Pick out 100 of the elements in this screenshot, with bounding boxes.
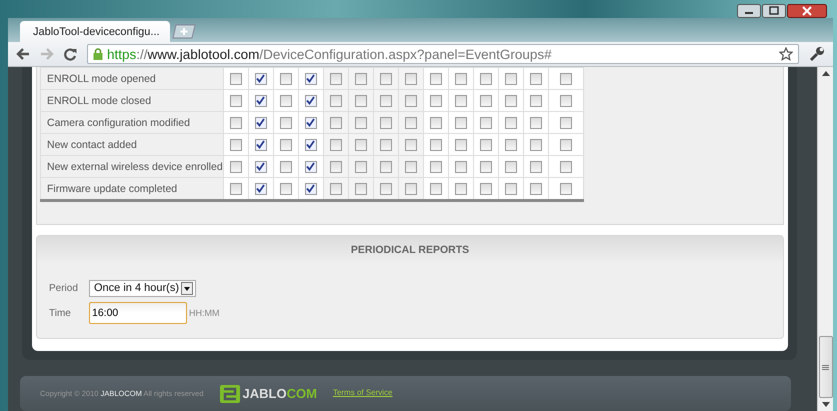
checkbox[interactable] — [254, 160, 267, 173]
checkbox[interactable] — [504, 116, 517, 129]
checkbox[interactable] — [304, 160, 317, 173]
checkbox[interactable] — [230, 72, 242, 85]
checkbox[interactable] — [380, 138, 392, 151]
checkbox[interactable] — [330, 94, 342, 107]
checkbox[interactable] — [230, 182, 242, 195]
minimize-icon[interactable] — [737, 4, 761, 18]
scrollbar[interactable] — [817, 67, 833, 411]
checkbox[interactable] — [404, 94, 417, 107]
checkbox[interactable] — [430, 116, 442, 129]
checkbox[interactable] — [280, 94, 292, 107]
checkbox[interactable] — [404, 138, 417, 151]
checkbox[interactable] — [480, 160, 492, 173]
checkbox[interactable] — [354, 94, 367, 107]
wrench-icon[interactable] — [809, 46, 825, 62]
checkbox[interactable] — [430, 94, 442, 107]
checkbox[interactable] — [380, 116, 392, 129]
checkbox[interactable] — [354, 138, 367, 151]
checkbox[interactable] — [254, 138, 267, 151]
checkbox[interactable] — [280, 72, 292, 85]
address-bar[interactable]: https://www.jablotool.com/DeviceConfiguration.aspx?panel=EventGroups# — [87, 44, 799, 64]
checkbox[interactable] — [380, 182, 392, 195]
checkbox[interactable] — [430, 72, 442, 85]
checkbox[interactable] — [404, 116, 417, 129]
checkbox[interactable] — [304, 138, 317, 151]
checkbox[interactable] — [454, 138, 467, 151]
checkbox[interactable] — [430, 138, 442, 151]
forward-icon[interactable] — [40, 48, 54, 60]
checkbox[interactable] — [330, 182, 342, 195]
checkbox[interactable] — [230, 94, 242, 107]
checkbox[interactable] — [404, 160, 417, 173]
browser-tab[interactable]: JabloTool-deviceconfigu... — [20, 21, 170, 42]
scroll-up-icon[interactable] — [822, 71, 830, 76]
checkbox[interactable] — [330, 160, 342, 173]
checkbox[interactable] — [480, 116, 492, 129]
checkbox[interactable] — [480, 182, 492, 195]
checkbox[interactable] — [454, 94, 467, 107]
checkbox[interactable] — [304, 116, 317, 129]
checkbox[interactable] — [354, 72, 367, 85]
back-icon[interactable] — [16, 48, 30, 60]
checkbox[interactable] — [230, 160, 242, 173]
checkbox[interactable] — [530, 138, 542, 151]
checkbox[interactable] — [430, 182, 442, 195]
checkbox[interactable] — [560, 72, 572, 85]
checkbox[interactable] — [530, 116, 542, 129]
checkbox[interactable] — [560, 94, 572, 107]
checkbox[interactable] — [330, 72, 342, 85]
checkbox[interactable] — [480, 138, 492, 151]
checkbox[interactable] — [380, 72, 392, 85]
checkbox[interactable] — [530, 72, 542, 85]
scroll-down-icon[interactable] — [822, 402, 830, 407]
terms-link[interactable]: Terms of Service — [332, 388, 393, 397]
checkbox[interactable] — [280, 138, 292, 151]
checkbox[interactable] — [254, 182, 267, 195]
checkbox[interactable] — [380, 160, 392, 173]
checkbox[interactable] — [280, 160, 292, 173]
maximize-icon[interactable] — [762, 4, 786, 18]
checkbox[interactable] — [380, 94, 392, 107]
period-dropdown[interactable]: Once in 4 hour(s) — [89, 280, 196, 296]
checkbox[interactable] — [480, 94, 492, 107]
checkbox[interactable] — [330, 138, 342, 151]
checkbox[interactable] — [304, 94, 317, 107]
checkbox[interactable] — [560, 138, 572, 151]
checkbox[interactable] — [354, 182, 367, 195]
checkbox[interactable] — [504, 182, 517, 195]
checkbox[interactable] — [454, 182, 467, 195]
checkbox[interactable] — [454, 72, 467, 85]
checkbox[interactable] — [354, 116, 367, 129]
checkbox[interactable] — [504, 72, 517, 85]
checkbox[interactable] — [430, 160, 442, 173]
checkbox[interactable] — [454, 160, 467, 173]
checkbox[interactable] — [254, 116, 267, 129]
checkbox[interactable] — [530, 94, 542, 107]
checkbox[interactable] — [404, 72, 417, 85]
checkbox[interactable] — [254, 72, 267, 85]
checkbox[interactable] — [280, 182, 292, 195]
checkbox[interactable] — [480, 72, 492, 85]
checkbox[interactable] — [404, 182, 417, 195]
new-tab-icon[interactable] — [172, 24, 196, 39]
reload-icon[interactable] — [64, 48, 77, 60]
checkbox[interactable] — [560, 182, 572, 195]
checkbox[interactable] — [304, 182, 317, 195]
star-icon[interactable] — [779, 47, 793, 61]
checkbox[interactable] — [254, 94, 267, 107]
checkbox[interactable] — [354, 160, 367, 173]
time-field[interactable]: 16:00 — [89, 302, 187, 324]
checkbox[interactable] — [280, 116, 292, 129]
checkbox[interactable] — [560, 160, 572, 173]
checkbox[interactable] — [530, 160, 542, 173]
checkbox[interactable] — [230, 138, 242, 151]
checkbox[interactable] — [330, 116, 342, 129]
checkbox[interactable] — [454, 116, 467, 129]
checkbox[interactable] — [504, 94, 517, 107]
checkbox[interactable] — [530, 182, 542, 195]
close-icon[interactable] — [787, 4, 827, 18]
checkbox[interactable] — [230, 116, 242, 129]
checkbox[interactable] — [504, 138, 517, 151]
checkbox[interactable] — [560, 116, 572, 129]
checkbox[interactable] — [304, 72, 317, 85]
